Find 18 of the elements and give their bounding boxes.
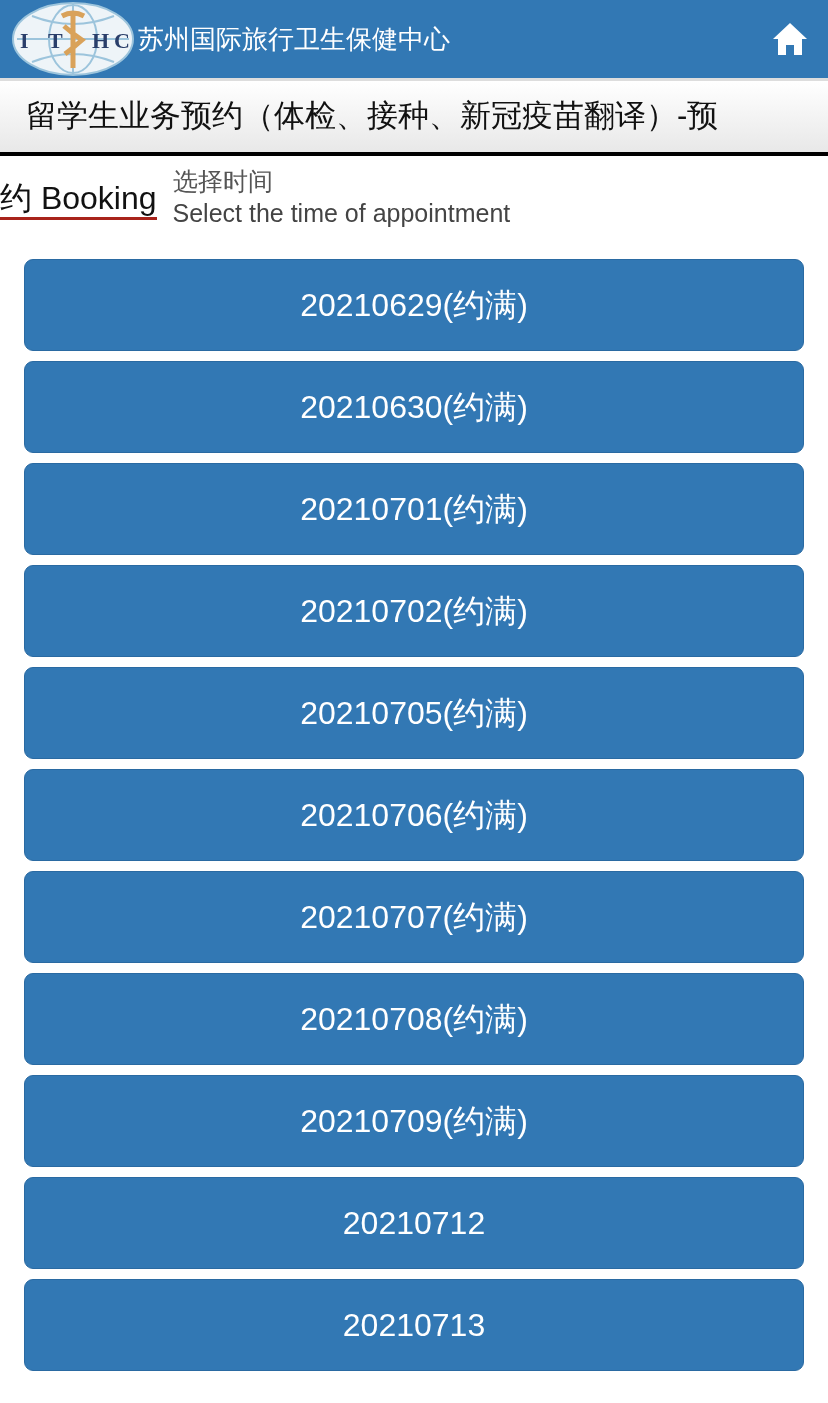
logo: I T H C [12, 2, 134, 76]
date-button[interactable]: 20210702(约满) [24, 564, 804, 657]
date-button[interactable]: 20210629(约满) [24, 258, 804, 351]
date-button[interactable]: 20210708(约满) [24, 972, 804, 1065]
site-title: 苏州国际旅行卫生保健中心 [138, 22, 451, 56]
date-button[interactable]: 20210706(约满) [24, 768, 804, 861]
section-heading: 选择时间 [172, 168, 274, 196]
home-icon[interactable] [772, 22, 808, 56]
date-button[interactable]: 20210712 [24, 1176, 804, 1269]
page-title: 约 Booking [0, 180, 157, 220]
date-button[interactable]: 20210705(约满) [24, 666, 804, 759]
date-button[interactable]: 20210707(约满) [24, 870, 804, 963]
date-button[interactable]: 20210630(约满) [24, 360, 804, 453]
section-subheading: Select the time of appointment [172, 197, 511, 229]
page-title: 留学生业务预约（体检、接种、新冠疫苗翻译）-预 [26, 97, 719, 136]
date-button[interactable]: 20210709(约满) [24, 1074, 804, 1167]
date-button[interactable]: 20210701(约满) [24, 462, 804, 555]
date-button[interactable]: 20210713 [24, 1278, 804, 1371]
